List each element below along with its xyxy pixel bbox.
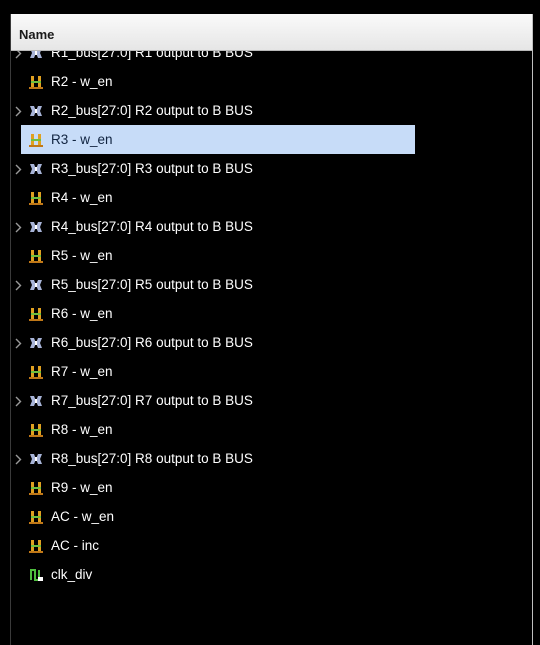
signal-row[interactable]: R8_bus[27:0] R8 output to B BUS	[11, 444, 532, 473]
signal-label: AC - inc	[51, 538, 100, 553]
chevron-right-icon[interactable]	[13, 221, 24, 233]
waveform-name-panel: Name R1_bus[27:0] R1 output to B BUS R2 -…	[10, 14, 533, 645]
signal-label: R2_bus[27:0] R2 output to B BUS	[51, 103, 253, 118]
name-column-label: Name	[19, 27, 55, 42]
bus-icon	[29, 162, 43, 176]
chevron-right-icon[interactable]	[13, 395, 24, 407]
signal-row[interactable]: R6_bus[27:0] R6 output to B BUS	[11, 328, 532, 357]
signal-row[interactable]: R7_bus[27:0] R7 output to B BUS	[11, 386, 532, 415]
signal-row[interactable]: AC - w_en	[11, 502, 532, 531]
signal-row[interactable]: R2_bus[27:0] R2 output to B BUS	[11, 96, 532, 125]
signal-row[interactable]: R8 - w_en	[11, 415, 532, 444]
signal-row[interactable]: clk_div	[11, 560, 532, 589]
chevron-right-icon[interactable]	[13, 279, 24, 291]
signal-label: R7_bus[27:0] R7 output to B BUS	[51, 393, 253, 408]
chevron-right-icon[interactable]	[13, 105, 24, 117]
chevron-right-icon[interactable]	[13, 453, 24, 465]
signal-icon	[29, 423, 43, 437]
clock-signal-icon	[29, 568, 43, 582]
signal-row[interactable]: R4_bus[27:0] R4 output to B BUS	[11, 212, 532, 241]
bus-icon	[29, 278, 43, 292]
signal-label: R6 - w_en	[51, 306, 113, 321]
bus-icon	[29, 220, 43, 234]
signal-icon	[29, 307, 43, 321]
signal-label: R4 - w_en	[51, 190, 113, 205]
signal-label: R4_bus[27:0] R4 output to B BUS	[51, 219, 253, 234]
bus-icon	[29, 394, 43, 408]
chevron-right-icon[interactable]	[13, 163, 24, 175]
signal-label: R3 - w_en	[51, 132, 113, 147]
signal-row[interactable]: R5 - w_en	[11, 241, 532, 270]
signal-row[interactable]: R3_bus[27:0] R3 output to B BUS	[11, 154, 532, 183]
signal-row[interactable]: R5_bus[27:0] R5 output to B BUS	[11, 270, 532, 299]
bus-icon	[29, 104, 43, 118]
signal-icon	[29, 133, 43, 147]
signal-label: R9 - w_en	[51, 480, 113, 495]
bus-icon	[29, 452, 43, 466]
signal-icon	[29, 75, 43, 89]
signal-row[interactable]: R7 - w_en	[11, 357, 532, 386]
signal-icon	[29, 249, 43, 263]
signal-row[interactable]: R3 - w_en	[11, 125, 532, 154]
signal-icon	[29, 191, 43, 205]
signal-label: AC - w_en	[51, 509, 115, 524]
signal-row[interactable]: R6 - w_en	[11, 299, 532, 328]
signal-label: R8 - w_en	[51, 422, 113, 437]
signal-label: R3_bus[27:0] R3 output to B BUS	[51, 161, 253, 176]
chevron-right-icon[interactable]	[13, 337, 24, 349]
signal-label: R5 - w_en	[51, 248, 113, 263]
signal-row[interactable]: R2 - w_en	[11, 67, 532, 96]
signal-label: clk_div	[51, 567, 93, 582]
signal-icon	[29, 365, 43, 379]
signal-label: R7 - w_en	[51, 364, 113, 379]
name-column-header[interactable]: Name	[11, 14, 532, 51]
signal-label: R8_bus[27:0] R8 output to B BUS	[51, 451, 253, 466]
signal-icon	[29, 510, 43, 524]
signal-row[interactable]: R9 - w_en	[11, 473, 532, 502]
signal-row[interactable]: AC - inc	[11, 531, 532, 560]
signal-label: R2 - w_en	[51, 74, 113, 89]
signal-label: R6_bus[27:0] R6 output to B BUS	[51, 335, 253, 350]
signal-icon	[29, 481, 43, 495]
bus-icon	[29, 336, 43, 350]
signal-row[interactable]: R4 - w_en	[11, 183, 532, 212]
signal-icon	[29, 539, 43, 553]
signal-tree: R1_bus[27:0] R1 output to B BUS R2 - w_en…	[11, 38, 532, 589]
signal-label: R5_bus[27:0] R5 output to B BUS	[51, 277, 253, 292]
